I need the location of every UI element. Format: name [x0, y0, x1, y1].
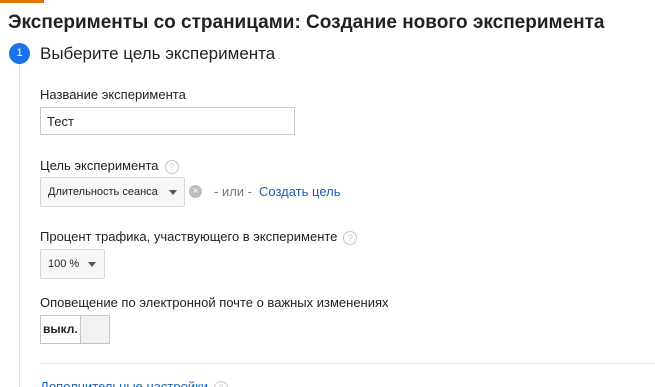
traffic-select[interactable]: 100 %	[40, 249, 105, 279]
toggle-knob	[80, 316, 109, 343]
clear-goal-icon[interactable]: ×	[189, 185, 202, 198]
experiment-name-label: Название эксперимента	[40, 87, 186, 102]
email-notify-label: Оповещение по электронной почте о важных…	[40, 295, 389, 310]
help-icon[interactable]: ?	[343, 231, 358, 245]
dropdown-arrow-icon	[169, 190, 177, 195]
goal-select-value: Длительность сеанса	[48, 186, 158, 198]
traffic-label: Процент трафика, участвующего в эксперим…	[40, 229, 338, 244]
advanced-settings-label: Дополнительные настройки	[40, 379, 209, 387]
step-connector-line	[19, 62, 20, 387]
goal-select[interactable]: Длительность сеанса	[40, 177, 185, 207]
or-separator: - или -	[214, 184, 252, 199]
dropdown-arrow-icon	[88, 262, 96, 267]
experiment-page: Эксперименты со страницами: Создание нов…	[0, 0, 655, 387]
advanced-settings-link[interactable]: Дополнительные настройки?	[40, 379, 229, 387]
page-title: Эксперименты со страницами: Создание нов…	[8, 12, 605, 33]
traffic-select-value: 100 %	[48, 258, 80, 270]
top-accent-bar	[0, 0, 44, 3]
goal-label-row: Цель эксперимента?	[40, 158, 179, 174]
toggle-state-label: выкл.	[43, 322, 78, 336]
goal-label: Цель эксперимента	[40, 158, 159, 173]
create-goal-link[interactable]: Создать цель	[259, 184, 340, 199]
email-notify-toggle[interactable]: выкл.	[40, 315, 110, 344]
traffic-label-row: Процент трафика, участвующего в эксперим…	[40, 229, 358, 245]
experiment-name-input[interactable]	[40, 107, 295, 135]
step-title: Выберите цель эксперимента	[40, 44, 276, 63]
help-icon[interactable]: ?	[164, 160, 179, 174]
section-divider	[40, 363, 655, 364]
step-number-badge: 1	[9, 43, 30, 64]
help-icon[interactable]: ?	[214, 381, 229, 387]
